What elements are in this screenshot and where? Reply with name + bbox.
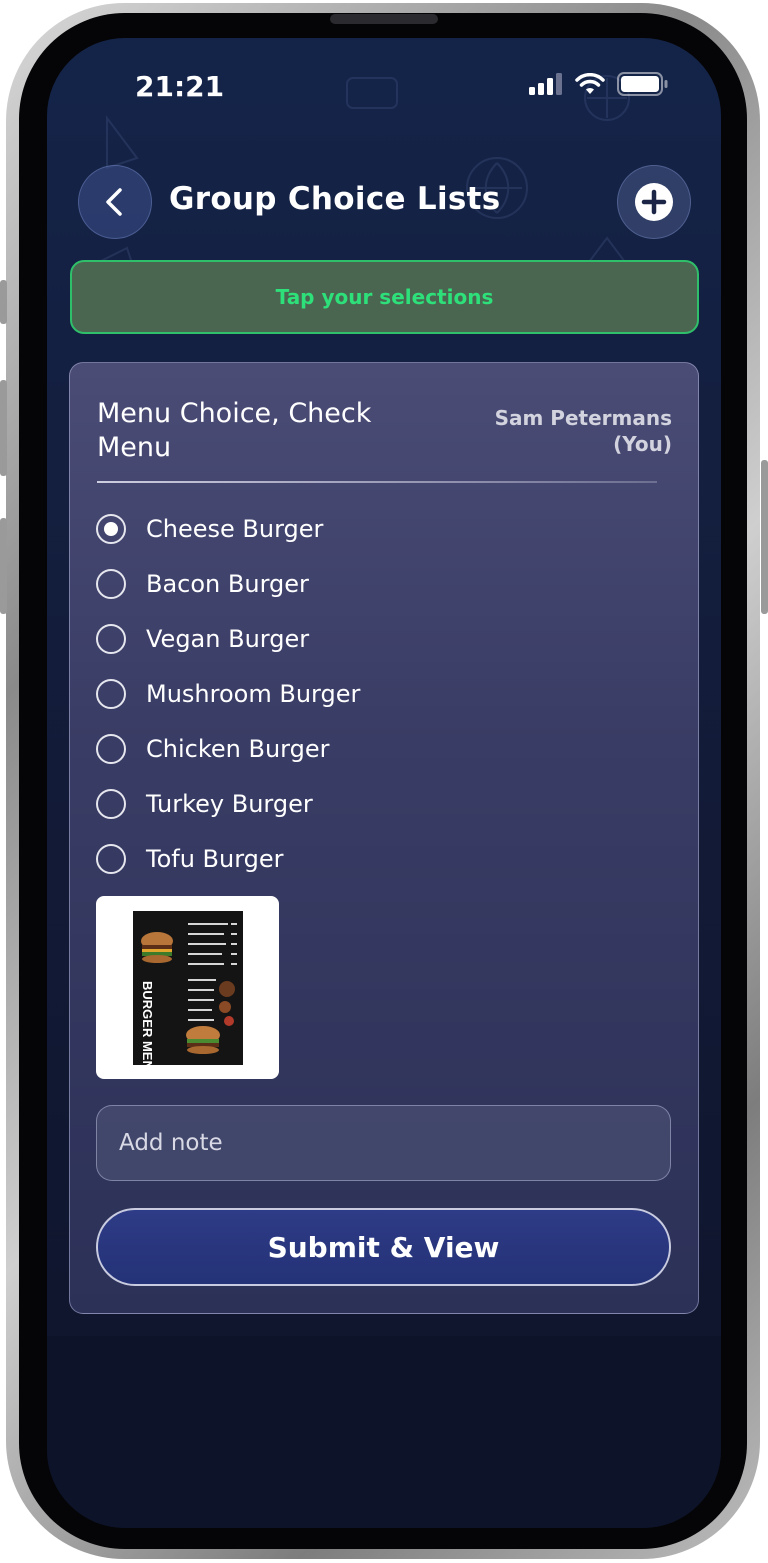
choice-list-card: Menu Choice, Check Menu Sam Petermans (Y… [69, 362, 699, 1314]
chevron-left-icon [106, 188, 122, 216]
status-icons [529, 72, 669, 96]
option-label: Bacon Burger [146, 569, 309, 598]
card-title: Menu Choice, Check Menu [97, 398, 372, 463]
add-list-button[interactable] [617, 165, 691, 239]
status-time: 21:21 [135, 70, 225, 103]
option-chicken-burger[interactable]: Chicken Burger [96, 721, 360, 776]
battery-icon [617, 72, 668, 96]
silent-switch [0, 280, 7, 324]
page-title: Group Choice Lists [169, 181, 501, 217]
menu-image-thumbnail[interactable]: BURGER MENU [96, 896, 279, 1079]
radio-unselected[interactable] [96, 843, 126, 874]
add-note-input[interactable] [96, 1105, 671, 1181]
radio-unselected[interactable] [96, 788, 126, 819]
option-turkey-burger[interactable]: Turkey Burger [96, 776, 360, 831]
wifi-icon [575, 73, 605, 94]
bottom-area [47, 1336, 721, 1528]
speaker-grille [330, 14, 438, 24]
option-label: Vegan Burger [146, 624, 310, 653]
volume-up-button [0, 380, 7, 476]
option-label: Cheese Burger [146, 514, 324, 543]
burger-menu-text: BURGER MENU [140, 981, 155, 1065]
radio-unselected[interactable] [96, 733, 126, 764]
option-tofu-burger[interactable]: Tofu Burger [96, 831, 360, 886]
option-mushroom-burger[interactable]: Mushroom Burger [96, 666, 360, 721]
radio-unselected[interactable] [96, 678, 126, 709]
option-list: Cheese Burger Bacon Burger Vegan Burger … [96, 501, 360, 886]
radio-dot [104, 521, 118, 536]
back-button[interactable] [78, 165, 152, 239]
option-label: Tofu Burger [146, 844, 284, 873]
card-owner: Sam Petermans (You) [494, 406, 672, 456]
app-screen: 21:21 Group Choice Lists Tap your select… [47, 38, 721, 1528]
radio-selected[interactable] [96, 513, 126, 544]
option-label: Turkey Burger [146, 789, 313, 818]
option-label: Mushroom Burger [146, 679, 361, 708]
option-bacon-burger[interactable]: Bacon Burger [96, 556, 360, 611]
volume-down-button [0, 518, 7, 614]
power-button [761, 460, 768, 614]
plus-circle-icon [635, 183, 673, 221]
card-divider [97, 481, 657, 483]
radio-unselected[interactable] [96, 623, 126, 654]
option-cheese-burger[interactable]: Cheese Burger [96, 501, 360, 556]
signal-icon [529, 73, 562, 95]
selection-hint-banner: Tap your selections [70, 260, 699, 334]
option-vegan-burger[interactable]: Vegan Burger [96, 611, 360, 666]
burger-menu-image: BURGER MENU [132, 910, 243, 1065]
radio-unselected[interactable] [96, 568, 126, 599]
submit-view-button[interactable]: Submit & View [96, 1208, 671, 1286]
option-label: Chicken Burger [146, 734, 330, 763]
